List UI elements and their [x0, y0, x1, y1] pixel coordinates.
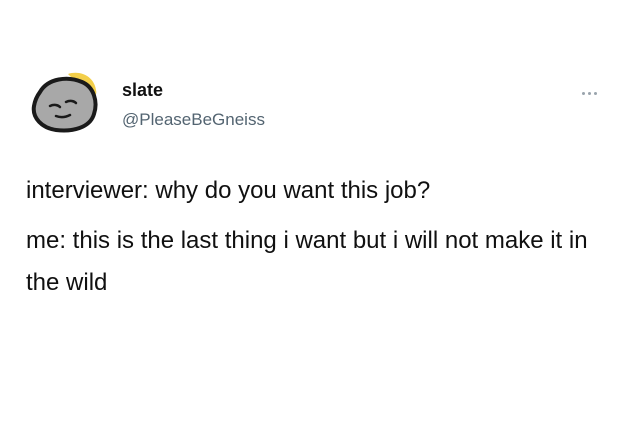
avatar[interactable]: [28, 68, 104, 136]
rock-avatar-icon: [31, 72, 98, 133]
more-options-button[interactable]: [575, 86, 603, 100]
more-horizontal-icon: [581, 91, 585, 95]
user-handle[interactable]: @PleaseBeGneiss: [122, 110, 265, 130]
tweet-text-line: me: this is the last thing i want but i …: [26, 227, 588, 296]
tweet-card: slate @PleaseBeGneiss interviewer: why d…: [0, 0, 640, 435]
tweet-text: interviewer: why do you want this job? m…: [26, 170, 616, 304]
display-name[interactable]: slate: [122, 80, 163, 100]
tweet-text-line: interviewer: why do you want this job?: [26, 177, 431, 204]
